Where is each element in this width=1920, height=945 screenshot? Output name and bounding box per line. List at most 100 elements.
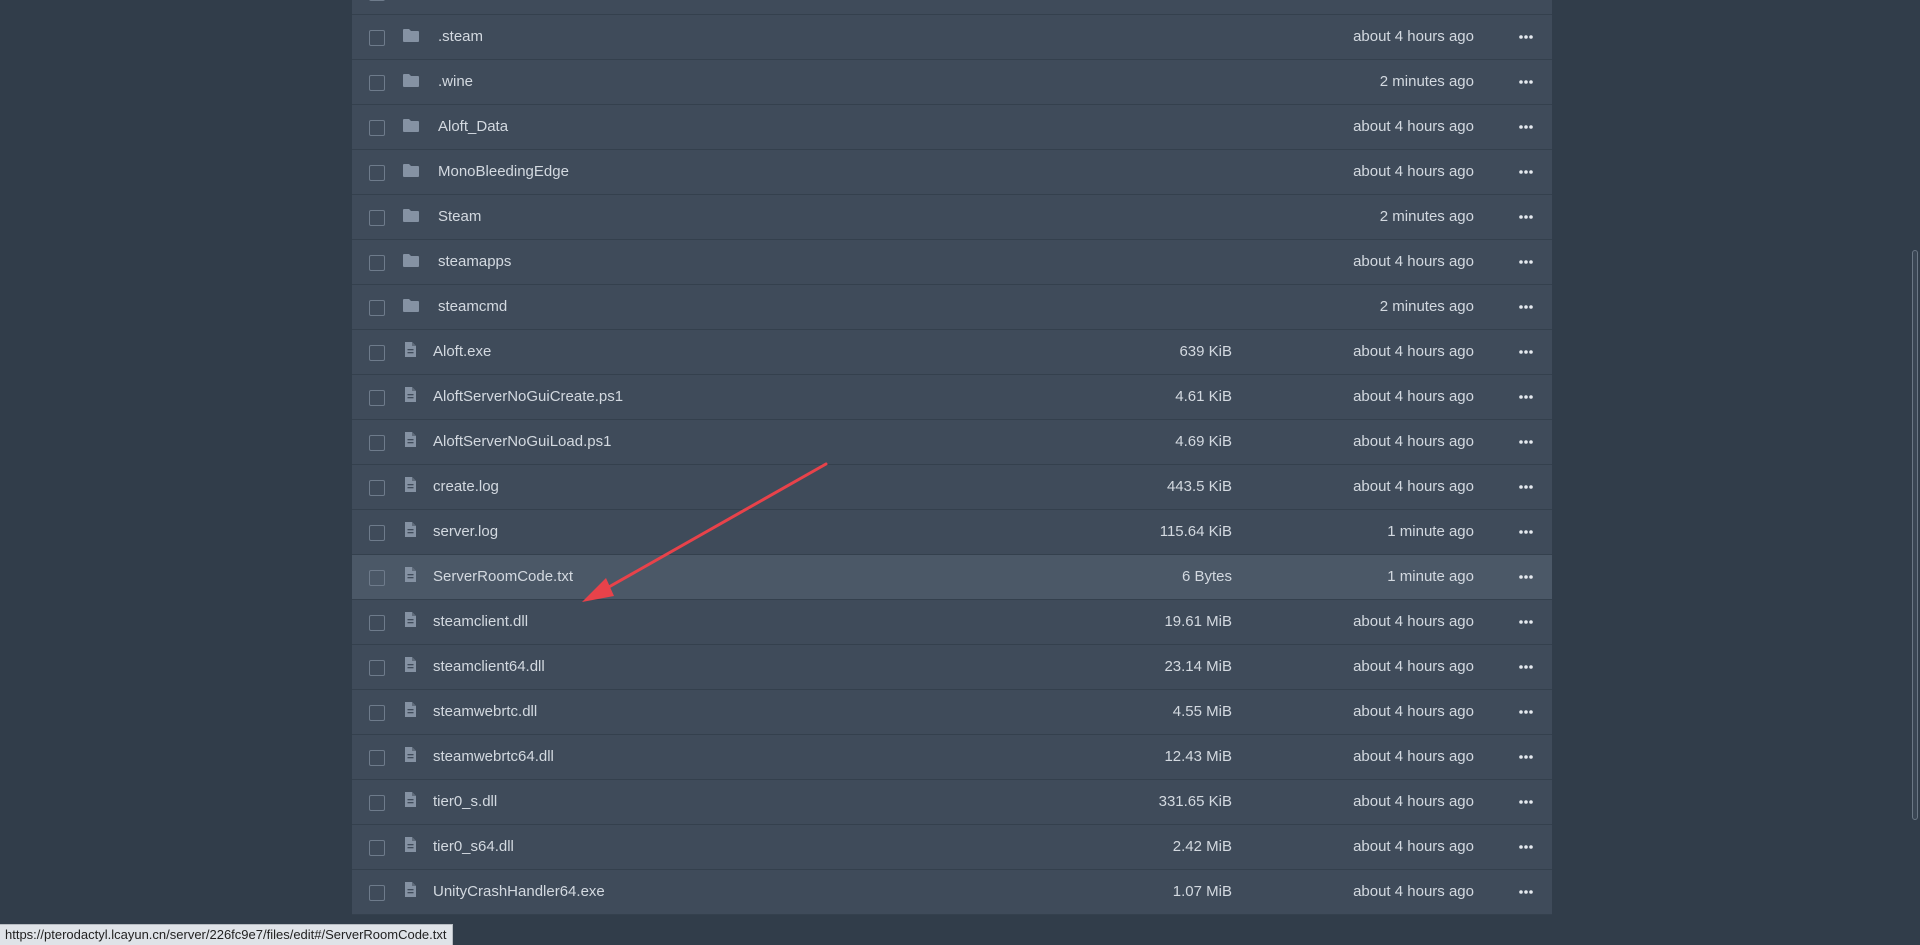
- file-name[interactable]: .wine: [438, 73, 473, 90]
- row-checkbox[interactable]: [369, 165, 385, 181]
- file-size: 443.5 KiB: [1166, 478, 1232, 495]
- file-modified: 1 minute ago: [1387, 568, 1474, 585]
- more-options-icon[interactable]: [1514, 385, 1538, 409]
- file-modified: about 4 hours ago: [1353, 703, 1474, 720]
- file-row[interactable]: steamwebrtc.dll 4.55 MiB about 4 hours a…: [352, 690, 1552, 735]
- more-options-icon[interactable]: [1514, 25, 1538, 49]
- file-name[interactable]: ServerRoomCode.txt: [433, 568, 573, 585]
- file-size: 2.42 MiB: [1172, 838, 1232, 855]
- more-options-icon[interactable]: [1514, 160, 1538, 184]
- file-name[interactable]: AloftServerNoGuiLoad.ps1: [433, 433, 611, 450]
- file-row[interactable]: AloftServerNoGuiCreate.ps1 4.61 KiB abou…: [352, 375, 1552, 420]
- file-row[interactable]: .wine 2 minutes ago: [352, 60, 1552, 105]
- file-modified: about 4 hours ago: [1353, 343, 1474, 360]
- more-options-icon[interactable]: [1514, 340, 1538, 364]
- file-row[interactable]: tier0_s.dll 331.65 KiB about 4 hours ago: [352, 780, 1552, 825]
- file-name[interactable]: MonoBleedingEdge: [438, 163, 569, 180]
- file-row[interactable]: steamapps about 4 hours ago: [352, 240, 1552, 285]
- more-options-icon[interactable]: [1514, 430, 1538, 454]
- row-checkbox[interactable]: [369, 300, 385, 316]
- file-row[interactable]: .local about 4 hours ago: [352, 0, 1552, 15]
- file-row[interactable]: steamwebrtc64.dll 12.43 MiB about 4 hour…: [352, 735, 1552, 780]
- file-row[interactable]: steamclient64.dll 23.14 MiB about 4 hour…: [352, 645, 1552, 690]
- row-checkbox[interactable]: [369, 885, 385, 901]
- more-options-icon[interactable]: [1514, 610, 1538, 634]
- row-checkbox[interactable]: [369, 120, 385, 136]
- folder-icon: [402, 163, 420, 182]
- file-modified: 2 minutes ago: [1379, 208, 1474, 225]
- file-row[interactable]: UnityCrashHandler64.exe 1.07 MiB about 4…: [352, 870, 1552, 915]
- row-checkbox[interactable]: [369, 840, 385, 856]
- file-modified: about 4 hours ago: [1353, 253, 1474, 270]
- row-checkbox[interactable]: [369, 345, 385, 361]
- row-checkbox[interactable]: [369, 795, 385, 811]
- row-checkbox[interactable]: [369, 705, 385, 721]
- more-options-icon[interactable]: [1514, 115, 1538, 139]
- file-icon: [404, 566, 417, 587]
- scrollbar-thumb[interactable]: [1912, 250, 1918, 820]
- file-name[interactable]: UnityCrashHandler64.exe: [433, 883, 605, 900]
- more-options-icon[interactable]: [1514, 295, 1538, 319]
- file-row[interactable]: Aloft_Data about 4 hours ago: [352, 105, 1552, 150]
- more-options-icon[interactable]: [1514, 520, 1538, 544]
- file-name[interactable]: steamclient64.dll: [433, 658, 545, 675]
- more-options-icon[interactable]: [1514, 745, 1538, 769]
- file-row[interactable]: steamclient.dll 19.61 MiB about 4 hours …: [352, 600, 1552, 645]
- more-options-icon[interactable]: [1514, 0, 1538, 4]
- file-name[interactable]: steamwebrtc64.dll: [433, 748, 554, 765]
- file-name[interactable]: Steam: [438, 208, 481, 225]
- file-name[interactable]: tier0_s64.dll: [433, 838, 514, 855]
- file-size: 4.55 MiB: [1172, 703, 1232, 720]
- file-name[interactable]: steamclient.dll: [433, 613, 528, 630]
- more-options-icon[interactable]: [1514, 475, 1538, 499]
- row-checkbox[interactable]: [369, 480, 385, 496]
- row-checkbox[interactable]: [369, 525, 385, 541]
- file-size: 331.65 KiB: [1158, 793, 1232, 810]
- more-options-icon[interactable]: [1514, 880, 1538, 904]
- row-checkbox[interactable]: [369, 615, 385, 631]
- file-size: 115.64 KiB: [1159, 523, 1232, 540]
- file-name[interactable]: steamcmd: [438, 298, 507, 315]
- file-size: 639 KiB: [1179, 343, 1232, 360]
- file-name[interactable]: server.log: [433, 523, 498, 540]
- row-checkbox[interactable]: [369, 210, 385, 226]
- more-options-icon[interactable]: [1514, 835, 1538, 859]
- file-name[interactable]: tier0_s.dll: [433, 793, 497, 810]
- file-row[interactable]: Aloft.exe 639 KiB about 4 hours ago: [352, 330, 1552, 375]
- scrollbar-track[interactable]: [1910, 0, 1920, 945]
- more-options-icon[interactable]: [1514, 70, 1538, 94]
- file-row[interactable]: tier0_s64.dll 2.42 MiB about 4 hours ago: [352, 825, 1552, 870]
- more-options-icon[interactable]: [1514, 205, 1538, 229]
- file-icon: [404, 746, 417, 767]
- file-row[interactable]: AloftServerNoGuiLoad.ps1 4.69 KiB about …: [352, 420, 1552, 465]
- file-name[interactable]: Aloft.exe: [433, 343, 491, 360]
- file-name[interactable]: create.log: [433, 478, 499, 495]
- file-name[interactable]: AloftServerNoGuiCreate.ps1: [433, 388, 623, 405]
- row-checkbox[interactable]: [369, 750, 385, 766]
- more-options-icon[interactable]: [1514, 565, 1538, 589]
- file-name[interactable]: .steam: [438, 28, 483, 45]
- more-options-icon[interactable]: [1514, 655, 1538, 679]
- file-name[interactable]: steamapps: [438, 253, 511, 270]
- row-checkbox[interactable]: [369, 660, 385, 676]
- file-row[interactable]: .steam about 4 hours ago: [352, 15, 1552, 60]
- folder-icon: [402, 208, 420, 227]
- row-checkbox[interactable]: [369, 435, 385, 451]
- row-checkbox[interactable]: [369, 255, 385, 271]
- row-checkbox[interactable]: [369, 30, 385, 46]
- row-checkbox[interactable]: [369, 0, 385, 1]
- more-options-icon[interactable]: [1514, 790, 1538, 814]
- file-name[interactable]: Aloft_Data: [438, 118, 508, 135]
- file-name[interactable]: steamwebrtc.dll: [433, 703, 537, 720]
- file-row[interactable]: Steam 2 minutes ago: [352, 195, 1552, 240]
- row-checkbox[interactable]: [369, 570, 385, 586]
- file-row[interactable]: steamcmd 2 minutes ago: [352, 285, 1552, 330]
- row-checkbox[interactable]: [369, 75, 385, 91]
- more-options-icon[interactable]: [1514, 700, 1538, 724]
- row-checkbox[interactable]: [369, 390, 385, 406]
- file-row[interactable]: create.log 443.5 KiB about 4 hours ago: [352, 465, 1552, 510]
- file-row[interactable]: MonoBleedingEdge about 4 hours ago: [352, 150, 1552, 195]
- more-options-icon[interactable]: [1514, 250, 1538, 274]
- file-row[interactable]: ServerRoomCode.txt 6 Bytes 1 minute ago: [352, 555, 1552, 600]
- file-row[interactable]: server.log 115.64 KiB 1 minute ago: [352, 510, 1552, 555]
